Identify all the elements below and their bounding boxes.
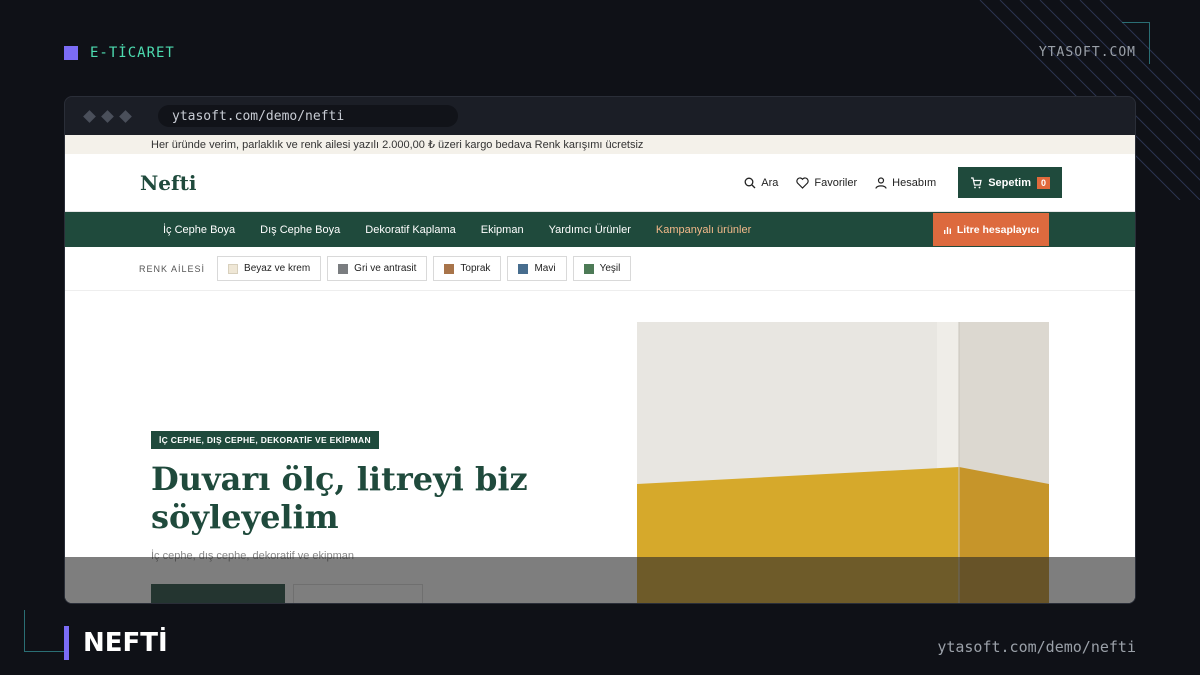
favorites-label: Favoriler bbox=[814, 176, 858, 189]
color-chip-label: Yeşil bbox=[599, 263, 621, 274]
user-icon bbox=[875, 176, 887, 189]
litre-calculator-label: Litre hesaplayıcı bbox=[956, 223, 1040, 236]
color-swatch bbox=[228, 263, 239, 274]
color-chip-yesil[interactable]: Yeşil bbox=[572, 256, 632, 281]
nav-item-ic-cephe[interactable]: İç Cephe Boya bbox=[163, 224, 235, 236]
search-button[interactable]: Ara bbox=[744, 177, 778, 189]
color-swatch bbox=[583, 263, 594, 274]
cart-button[interactable]: Sepetim 0 bbox=[958, 167, 1062, 198]
color-chip-mavi[interactable]: Mavi bbox=[507, 256, 567, 281]
account-button[interactable]: Hesabım bbox=[875, 177, 936, 189]
color-swatch bbox=[444, 263, 455, 274]
category-text: E-TİCARET bbox=[90, 45, 175, 61]
corner-decoration bbox=[24, 610, 66, 652]
color-chip-label: Toprak bbox=[460, 263, 491, 274]
nav-item-yardimci[interactable]: Yardımcı Ürünler bbox=[549, 224, 631, 236]
page-viewport: Her üründe verim, parlaklık ve renk aile… bbox=[65, 135, 1135, 603]
hero-badge: İÇ CEPHE, DIŞ CEPHE, DEKORATİF VE EKİPMA… bbox=[151, 431, 379, 449]
color-chip-label: Gri ve antrasit bbox=[354, 263, 417, 274]
search-label: Ara bbox=[761, 176, 779, 189]
nav-item-kampanya[interactable]: Kampanyalı ürünler bbox=[656, 224, 751, 236]
favorites-button[interactable]: Favoriler bbox=[796, 177, 857, 189]
accent-bar bbox=[64, 626, 69, 660]
browser-chrome: ytasoft.com/demo/nefti bbox=[65, 97, 1135, 135]
site-header: Nefti Ara Favoriler Hesabım Sepetim 0 bbox=[65, 154, 1135, 212]
project-title-text: NEFTİ bbox=[83, 628, 168, 658]
project-title: NEFTİ bbox=[64, 626, 168, 660]
color-chip-label: Beyaz ve krem bbox=[244, 263, 311, 274]
main-nav: İç Cephe Boya Dış Cephe Boya Dekoratif K… bbox=[65, 212, 1135, 247]
color-swatch bbox=[518, 263, 529, 274]
color-chip-gri[interactable]: Gri ve antrasit bbox=[327, 256, 428, 281]
color-chip-toprak[interactable]: Toprak bbox=[433, 256, 502, 281]
cart-label: Sepetim bbox=[988, 176, 1031, 189]
color-chip-label: Mavi bbox=[534, 263, 556, 274]
category-label: E-TİCARET bbox=[64, 45, 175, 61]
color-swatch bbox=[338, 263, 349, 274]
hero-title: Duvarı ölç, litreyi biz söyleyelim bbox=[151, 460, 528, 536]
nav-item-ekipman[interactable]: Ekipman bbox=[481, 224, 524, 236]
window-dot-icon[interactable] bbox=[119, 109, 132, 123]
search-icon bbox=[744, 177, 756, 188]
window-dot-icon[interactable] bbox=[83, 109, 96, 123]
window-controls bbox=[83, 109, 132, 123]
heart-icon bbox=[796, 176, 810, 189]
window-dot-icon[interactable] bbox=[101, 109, 114, 123]
nav-item-dis-cephe[interactable]: Dış Cephe Boya bbox=[260, 224, 340, 236]
header-actions: Ara Favoriler Hesabım Sepetim 0 bbox=[744, 167, 1062, 198]
color-chip-beyaz[interactable]: Beyaz ve krem bbox=[217, 256, 322, 281]
nav-item-dekoratif[interactable]: Dekoratif Kaplama bbox=[365, 224, 456, 236]
cart-count-badge: 0 bbox=[1036, 176, 1050, 189]
bar-chart-icon bbox=[943, 227, 951, 234]
dim-overlay bbox=[65, 557, 1135, 603]
announcement-bar: Her üründe verim, parlaklık ve renk aile… bbox=[65, 135, 1135, 154]
square-icon bbox=[64, 46, 78, 60]
color-family-label: RENK AİLESİ bbox=[139, 263, 206, 274]
color-family-filter: RENK AİLESİ Beyaz ve krem Gri ve antrasi… bbox=[65, 247, 1135, 291]
account-label: Hesabım bbox=[892, 176, 937, 189]
cart-icon bbox=[971, 176, 982, 188]
browser-window: ytasoft.com/demo/nefti Her üründe verim,… bbox=[64, 96, 1136, 604]
project-url: ytasoft.com/demo/nefti bbox=[937, 638, 1136, 656]
brand-label: YTASOFT.COM bbox=[1038, 45, 1136, 60]
site-logo[interactable]: Nefti bbox=[140, 171, 196, 195]
litre-calculator-button[interactable]: Litre hesaplayıcı bbox=[933, 213, 1049, 246]
address-bar[interactable]: ytasoft.com/demo/nefti bbox=[158, 105, 458, 127]
